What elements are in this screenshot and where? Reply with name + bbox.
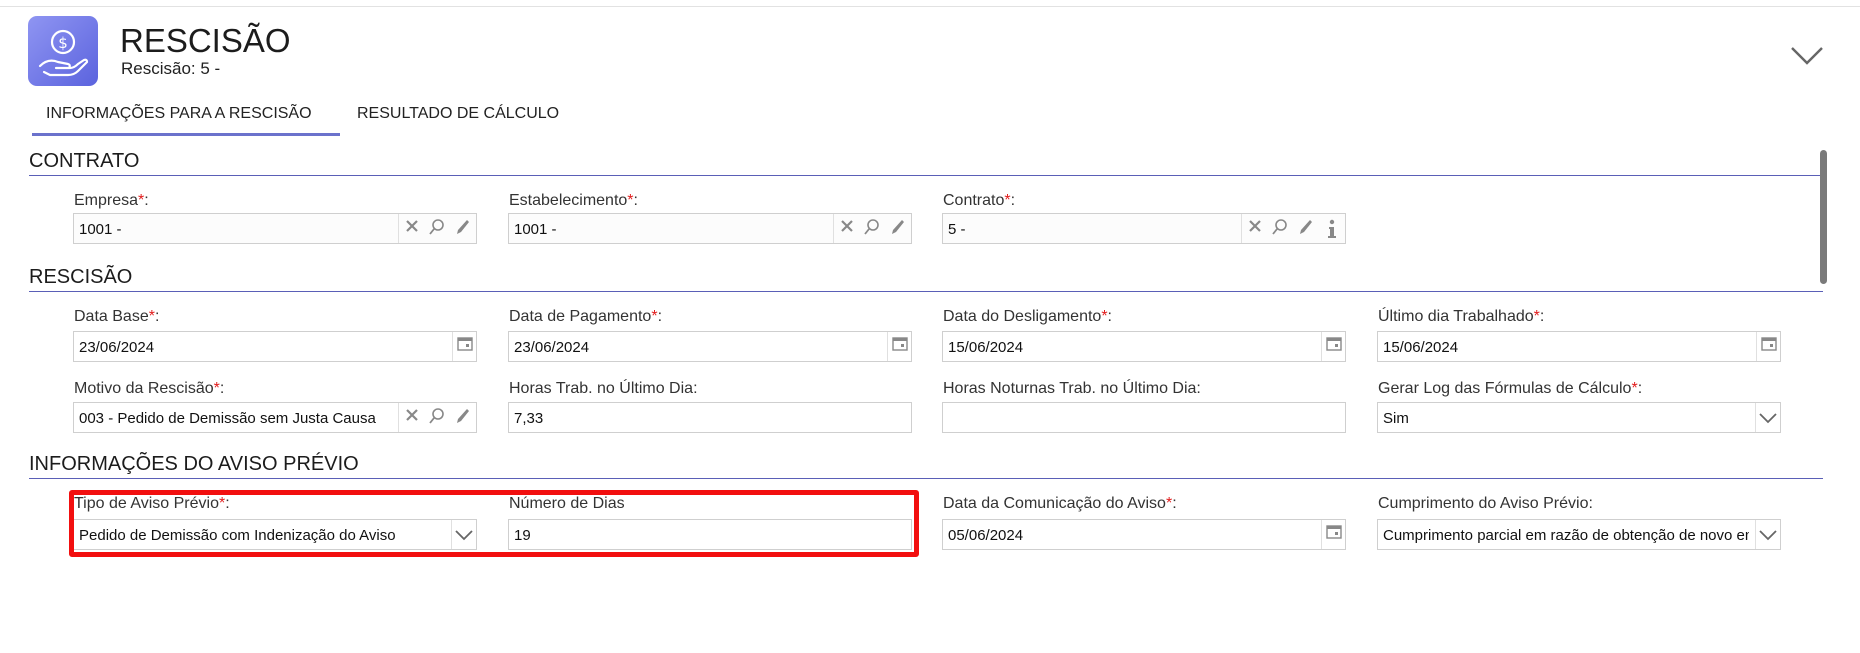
section-title: RESCISÃO	[29, 266, 133, 288]
calendar-icon[interactable]	[452, 332, 476, 361]
svg-text:$: $	[58, 34, 68, 52]
edit-icon[interactable]	[885, 214, 911, 243]
horas-ultimo-dia-label: Horas Trab. no Último Dia:	[509, 380, 698, 397]
estabelecimento-field[interactable]: 1001 -	[508, 213, 912, 244]
gerar-log-label: Gerar Log das Fórmulas de Cálculo*:	[1378, 380, 1643, 397]
scrollbar[interactable]	[1820, 150, 1827, 284]
data-base-field[interactable]: 23/06/2024	[73, 331, 477, 362]
ultimo-dia-label: Último dia Trabalhado*:	[1378, 308, 1545, 325]
tab-active-indicator	[32, 133, 340, 136]
horas-noturnas-label: Horas Noturnas Trab. no Último Dia:	[943, 380, 1201, 397]
section-rule	[29, 175, 1823, 176]
search-icon[interactable]	[424, 214, 450, 243]
top-divider	[0, 6, 1860, 7]
tab-informacoes[interactable]: INFORMAÇÕES PARA A RESCISÃO	[46, 105, 312, 123]
data-comunicacao-field[interactable]: 05/06/2024	[942, 519, 1346, 550]
edit-icon[interactable]	[1293, 214, 1319, 243]
estabelecimento-label: Estabelecimento*:	[509, 192, 638, 209]
edit-icon[interactable]	[450, 214, 476, 243]
contrato-label: Contrato*:	[943, 192, 1016, 209]
data-pagamento-label: Data de Pagamento*:	[509, 308, 663, 325]
chevron-down-icon[interactable]	[1790, 46, 1824, 71]
clear-icon[interactable]	[833, 214, 859, 243]
clear-icon[interactable]	[398, 214, 424, 243]
section-rescisao: RESCISÃO	[29, 266, 1823, 292]
section-rule	[29, 291, 1823, 292]
cumprimento-label: Cumprimento do Aviso Prévio:	[1378, 495, 1593, 512]
calendar-icon[interactable]	[1321, 332, 1345, 361]
calendar-icon[interactable]	[887, 332, 911, 361]
section-title: CONTRATO	[29, 150, 140, 172]
horas-noturnas-field[interactable]	[942, 402, 1346, 433]
data-comunicacao-label: Data da Comunicação do Aviso*:	[943, 495, 1177, 512]
cumprimento-select[interactable]: Cumprimento parcial em razão de obtenção…	[1377, 519, 1781, 550]
page-title: RESCISÃO	[120, 22, 291, 59]
empresa-field[interactable]: 1001 -	[73, 213, 477, 244]
search-icon[interactable]	[424, 403, 450, 432]
tab-resultado[interactable]: RESULTADO DE CÁLCULO	[357, 105, 559, 123]
search-icon[interactable]	[1267, 214, 1293, 243]
chevron-down-icon[interactable]	[1755, 403, 1780, 432]
motivo-label: Motivo da Rescisão*:	[74, 380, 225, 397]
section-rule	[29, 478, 1823, 479]
clear-icon[interactable]	[398, 403, 424, 432]
chevron-down-icon[interactable]	[1755, 520, 1780, 549]
ultimo-dia-field[interactable]: 15/06/2024	[1377, 331, 1781, 362]
data-base-label: Data Base*:	[74, 308, 160, 325]
section-aviso: INFORMAÇÕES DO AVISO PRÉVIO	[29, 453, 1823, 479]
highlight-box	[69, 490, 919, 557]
search-icon[interactable]	[859, 214, 885, 243]
section-contrato: CONTRATO	[29, 150, 1823, 176]
motivo-field[interactable]: 003 - Pedido de Demissão sem Justa Causa	[73, 402, 477, 433]
info-icon[interactable]	[1319, 214, 1345, 243]
edit-icon[interactable]	[450, 403, 476, 432]
money-hand-icon: $	[28, 16, 98, 86]
calendar-icon[interactable]	[1321, 520, 1345, 549]
page-subtitle: Rescisão: 5 -	[121, 59, 221, 78]
calendar-icon[interactable]	[1756, 332, 1780, 361]
data-desligamento-label: Data do Desligamento*:	[943, 308, 1112, 325]
horas-ultimo-dia-field[interactable]: 7,33	[508, 402, 912, 433]
contrato-field[interactable]: 5 -	[942, 213, 1346, 244]
clear-icon[interactable]	[1241, 214, 1267, 243]
data-pagamento-field[interactable]: 23/06/2024	[508, 331, 912, 362]
empresa-label: Empresa*:	[74, 192, 149, 209]
data-desligamento-field[interactable]: 15/06/2024	[942, 331, 1346, 362]
gerar-log-select[interactable]: Sim	[1377, 402, 1781, 433]
section-title: INFORMAÇÕES DO AVISO PRÉVIO	[29, 453, 359, 475]
